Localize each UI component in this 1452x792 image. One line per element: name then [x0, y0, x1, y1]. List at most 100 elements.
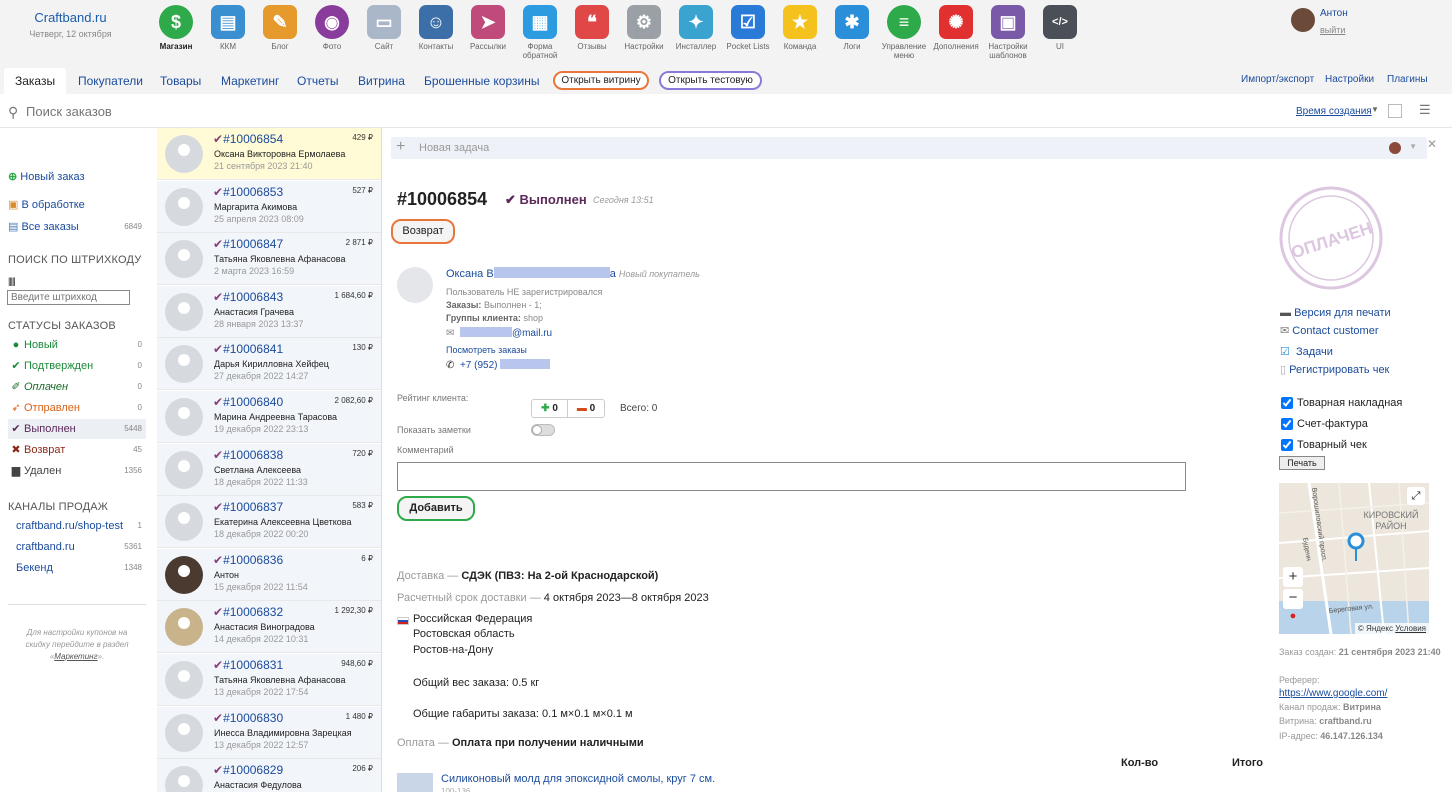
app-menu-manage[interactable]: ≡ Управление меню [878, 5, 930, 65]
order-list-item[interactable]: ✔#10006832 1 292,30 ₽ Анастасия Виноградов… [157, 601, 381, 654]
status-item[interactable]: ✐ Оплачен 0 [8, 377, 146, 397]
order-list-item[interactable]: ✔#10006840 2 082,60 ₽ Марина Андреевна Тар… [157, 391, 381, 443]
show-notes-toggle[interactable] [531, 424, 555, 436]
app-ui[interactable]: </> UI [1034, 5, 1086, 65]
customer-email[interactable]: ✉ @mail.ru [446, 327, 552, 339]
app-shop[interactable]: $ Магазин [150, 5, 202, 65]
doc-waybill-option[interactable]: Товарная накладная [1281, 395, 1402, 411]
open-store-button[interactable]: Открыть витрину [553, 71, 649, 90]
order-list-item[interactable]: ✔#10006843 1 684,60 ₽ Анастасия Грачева 28 … [157, 285, 381, 338]
map-zoom-in-button[interactable]: + [1283, 567, 1303, 587]
app-mailer[interactable]: ➤ Рассылки [462, 5, 514, 65]
close-icon[interactable]: ✕ [1427, 137, 1437, 151]
assignee-avatar[interactable] [1389, 142, 1401, 154]
sort-by-created-link[interactable]: Время создания [1296, 106, 1372, 117]
app-camera[interactable]: ◉ Фото [306, 5, 358, 65]
customer-phone[interactable]: ✆ +7 (952) [446, 359, 551, 371]
app-pencil[interactable]: ✎ Блог [254, 5, 306, 65]
app-feedback-form[interactable]: ▦ Форма обратной [514, 5, 566, 65]
channel-item[interactable]: craftband.ru/shop-test 1 [8, 516, 146, 536]
map-pin-icon[interactable] [1347, 532, 1365, 550]
doc-invoice-checkbox[interactable] [1281, 418, 1293, 430]
doc-receipt-option[interactable]: Товарный чек [1281, 437, 1367, 453]
order-list-item[interactable]: ✔#10006854 429 ₽ Оксана Викторовна Ермолае… [157, 128, 381, 180]
status-item[interactable]: ✖ Возврат 45 [8, 440, 146, 460]
new-task-bar[interactable]: + Новая задача ▼ [391, 137, 1427, 159]
app-installer[interactable]: ✦ Инсталлер [670, 5, 722, 65]
rating-plus-button[interactable]: ✚ 0 [532, 400, 569, 417]
channel-item[interactable]: Бекенд 1348 [8, 558, 146, 578]
app-cash-register[interactable]: ▤ ККМ [202, 5, 254, 65]
barcode-input[interactable] [7, 290, 130, 305]
product-name-link[interactable]: Силиконовый молд для эпоксидной смолы, к… [441, 773, 715, 785]
app-template-settings[interactable]: ▣ Настройки шаблонов [982, 5, 1034, 65]
tab-marketing[interactable]: Маркетинг [221, 68, 279, 94]
email-text[interactable]: @mail.ru [512, 328, 552, 339]
order-list-item[interactable]: ✔#10006836 6 ₽ Антон 15 декабря 2022 11:54 [157, 548, 381, 601]
contact-customer-link[interactable]: ✉ Contact customer [1280, 324, 1378, 337]
order-list-item[interactable]: ✔#10006837 583 ₽ Екатерина Алексеевна Цвет… [157, 496, 381, 549]
view-orders-link[interactable]: Посмотреть заказы [446, 345, 527, 355]
add-comment-button[interactable]: Добавить [397, 496, 475, 521]
return-button[interactable]: Возврат [391, 219, 455, 244]
logout-link[interactable]: выйти [1320, 25, 1380, 35]
chevron-down-icon[interactable]: ▼ [1409, 142, 1417, 151]
sort-arrow-icon[interactable]: ▼ [1371, 105, 1379, 114]
referrer-link[interactable]: https://www.google.com/ [1279, 688, 1449, 699]
map-terms-link[interactable]: Условия [1395, 624, 1426, 633]
app-logs[interactable]: ✱ Логи [826, 5, 878, 65]
status-item[interactable]: ● Новый 0 [8, 335, 146, 355]
rating-minus-button[interactable]: ▬ 0 [568, 400, 604, 417]
order-list-item[interactable]: ✔#10006853 527 ₽ Маргарита Акимова 25 апрел… [157, 180, 381, 233]
phone-text[interactable]: +7 (952) [460, 360, 498, 371]
all-orders-link[interactable]: ▤ Все заказы 6849 [8, 217, 146, 237]
tab-orders[interactable]: Заказы [4, 68, 67, 94]
order-list-item[interactable]: ✔#10006841 130 ₽ Дарья Кирилловна Хейфец 27… [157, 338, 381, 391]
list-view-icon[interactable]: ☰ [1419, 103, 1431, 116]
app-pocket-lists[interactable]: ☑ Pocket Lists [722, 5, 774, 65]
print-button[interactable]: Печать [1279, 456, 1325, 470]
channel-item[interactable]: craftband.ru 5361 [8, 537, 146, 557]
settings-link[interactable]: Настройки [1325, 74, 1374, 85]
order-list-item[interactable]: ✔#10006830 1 480 ₽ Инесса Владимировна Зар… [157, 706, 381, 759]
doc-invoice-option[interactable]: Счет-фактура [1281, 416, 1368, 432]
map-location-icon[interactable]: ● [1283, 610, 1303, 626]
plus-icon[interactable]: + [396, 138, 405, 156]
product-thumbnail[interactable] [397, 773, 433, 792]
new-order-link[interactable]: ⊕ Новый заказ [8, 167, 146, 187]
order-list-item[interactable]: ✔#10006847 2 871 ₽ Татьяна Яковлевна Афана… [157, 233, 381, 286]
order-list-item[interactable]: ✔#10006829 206 ₽ Анастасия Федулова [157, 759, 381, 792]
order-list-item[interactable]: ✔#10006831 948,60 ₽ Татьяна Яковлевна Афан… [157, 654, 381, 706]
search-input[interactable] [26, 102, 326, 120]
user-avatar[interactable] [1291, 8, 1315, 32]
comment-textarea[interactable] [397, 462, 1186, 491]
app-site[interactable]: ▭ Сайт [358, 5, 410, 65]
marketing-link[interactable]: Маркетинг [54, 652, 97, 661]
tab-customers[interactable]: Покупатели [78, 68, 143, 94]
status-item[interactable]: ✔ Подтвержден 0 [8, 356, 146, 376]
map-zoom-out-button[interactable]: − [1283, 589, 1303, 609]
print-version-link[interactable]: ▬ Версия для печати [1280, 307, 1391, 319]
brand-name[interactable]: Craftband.ru [8, 10, 133, 25]
status-item[interactable]: ✔ Выполнен 5448 [8, 419, 146, 439]
tasks-link[interactable]: ☑ Задачи [1280, 345, 1333, 358]
customer-name-last[interactable]: а [610, 268, 616, 280]
app-addons[interactable]: ✺ Дополнения [930, 5, 982, 65]
order-list-item[interactable]: ✔#10006838 720 ₽ Светлана Алексеева 18 дека… [157, 443, 381, 496]
delivery-map[interactable]: КИРОВСКИЙ РАЙОН Ворошиловский просп. Бер… [1279, 483, 1429, 634]
customer-name-first[interactable]: Оксана В [446, 268, 494, 280]
split-view-icon[interactable] [1388, 104, 1402, 118]
tab-abandoned-carts[interactable]: Брошенные корзины [424, 68, 539, 94]
orders-value[interactable]: Выполнен - 1 [484, 300, 539, 310]
tab-reports[interactable]: Отчеты [297, 68, 338, 94]
user-name[interactable]: Антон [1320, 8, 1380, 19]
open-test-store-button[interactable]: Открыть тестовую [659, 71, 762, 90]
app-team[interactable]: ★ Команда [774, 5, 826, 65]
customer-name[interactable]: Оксана В а Новый покупатель [446, 267, 700, 280]
status-item[interactable]: ➶ Отправлен 0 [8, 398, 146, 418]
app-contacts[interactable]: ☺ Контакты [410, 5, 462, 65]
app-reviews[interactable]: ❝ Отзывы [566, 5, 618, 65]
import-export-link[interactable]: Импорт/экспорт [1241, 74, 1314, 85]
register-check-link[interactable]: ▯ Регистрировать чек [1280, 363, 1389, 376]
processing-link[interactable]: ▣ В обработке [8, 195, 146, 215]
